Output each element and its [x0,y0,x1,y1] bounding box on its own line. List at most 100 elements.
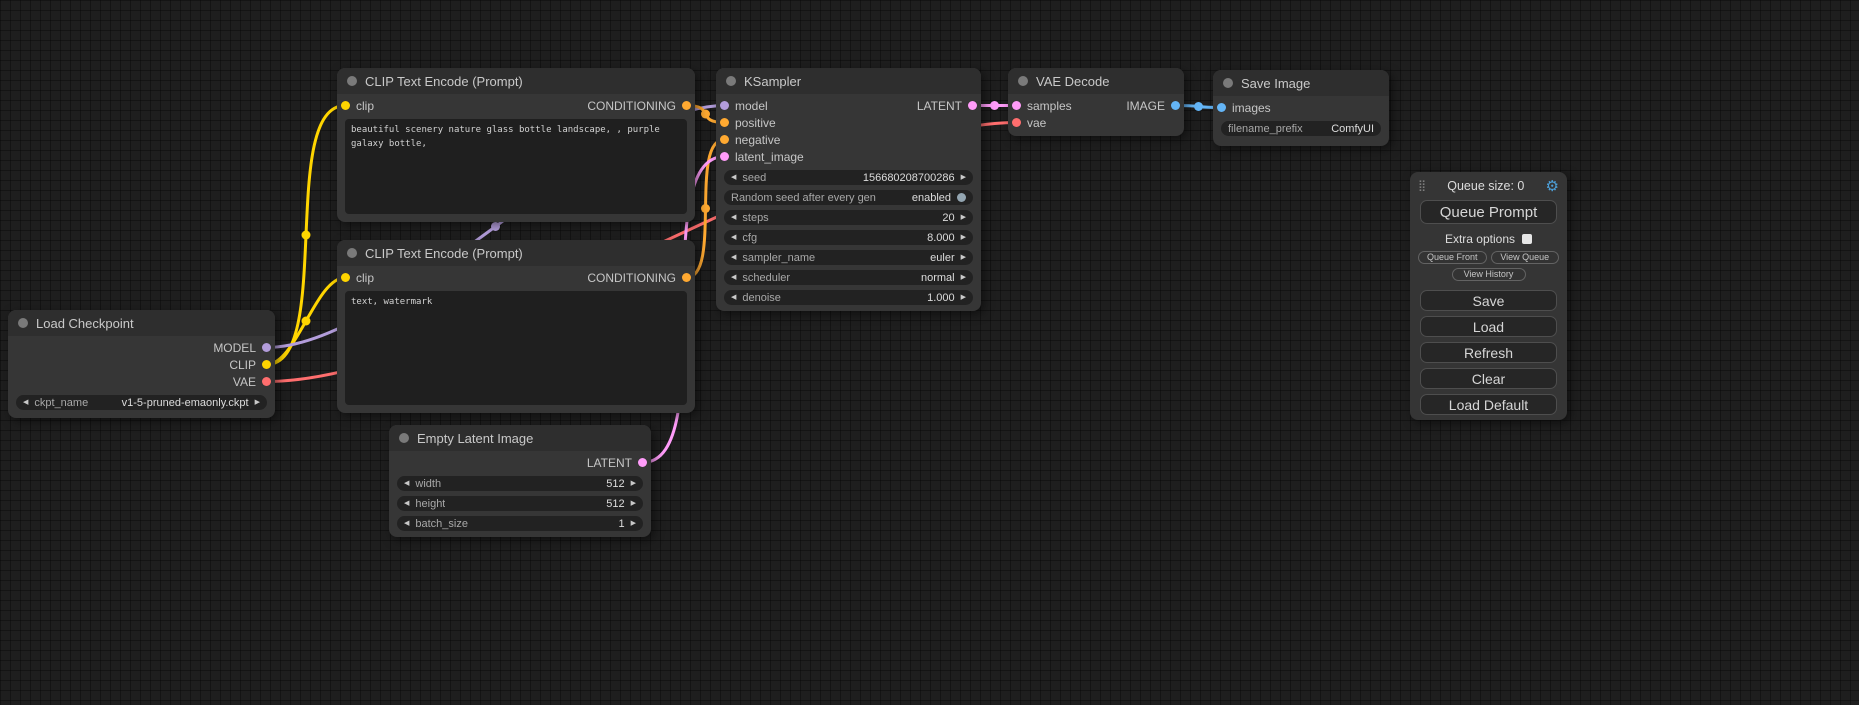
prompt-textarea[interactable]: text, watermark [345,291,687,405]
output-label: IMAGE [1126,99,1165,113]
node-collapse-dot-icon[interactable] [18,318,28,328]
node-empty-latent-image[interactable]: Empty Latent Image LATENT ◀ width 512 ▶ … [389,425,651,537]
widget-label: sampler_name [742,252,815,264]
input-slot-latent-image: latent_image [716,148,981,165]
save-button[interactable]: Save [1420,290,1557,311]
node-title-bar[interactable]: Empty Latent Image [389,425,651,451]
clear-button[interactable]: Clear [1420,368,1557,389]
toggle-knob[interactable] [957,193,966,202]
widget-value: 8.000 [927,232,955,244]
decrement-arrow-icon[interactable]: ◀ [404,500,409,507]
load-default-button[interactable]: Load Default [1420,394,1557,415]
model-input-port[interactable] [720,101,729,110]
node-collapse-dot-icon[interactable] [1223,78,1233,88]
decrement-arrow-icon[interactable]: ◀ [731,234,736,241]
latent-output-port[interactable] [638,458,647,467]
extra-options-checkbox[interactable] [1522,234,1532,244]
vae-output-port[interactable] [262,377,271,386]
image-output-port[interactable] [1171,101,1180,110]
clip-output-port[interactable] [262,360,271,369]
conditioning-output-port[interactable] [682,273,691,282]
slot-row-samples-image: samples IMAGE [1008,97,1184,114]
node-clip-text-encode-negative[interactable]: CLIP Text Encode (Prompt) clip CONDITION… [337,240,695,413]
widget-value: 20 [942,212,954,224]
conditioning-output-port[interactable] [682,101,691,110]
node-title-bar[interactable]: VAE Decode [1008,68,1184,94]
samples-input-port[interactable] [1012,101,1021,110]
positive-input-port[interactable] [720,118,729,127]
clip-input-port[interactable] [341,101,350,110]
widget-label: denoise [742,292,781,304]
queue-front-button[interactable]: Queue Front [1418,251,1487,264]
images-input-port[interactable] [1217,103,1226,112]
view-history-button[interactable]: View History [1452,268,1526,281]
node-collapse-dot-icon[interactable] [347,248,357,258]
cfg-widget[interactable]: ◀ cfg 8.000 ▶ [724,230,973,245]
queue-panel: ⣿ Queue size: 0 ⚙ Queue Prompt Extra opt… [1410,172,1567,420]
increment-arrow-icon[interactable]: ▶ [961,174,966,181]
width-widget[interactable]: ◀ width 512 ▶ [397,476,643,491]
view-queue-button[interactable]: View Queue [1491,251,1560,264]
latent-output-port[interactable] [968,101,977,110]
steps-widget[interactable]: ◀ steps 20 ▶ [724,210,973,225]
seed-widget[interactable]: ◀ seed 156680208700286 ▶ [724,170,973,185]
node-title-bar[interactable]: Load Checkpoint [8,310,275,336]
node-collapse-dot-icon[interactable] [347,76,357,86]
prompt-textarea[interactable]: beautiful scenery nature glass bottle la… [345,119,687,214]
increment-arrow-icon[interactable]: ▶ [961,234,966,241]
widget-value: normal [921,272,955,284]
decrement-arrow-icon[interactable]: ◀ [731,274,736,281]
node-vae-decode[interactable]: VAE Decode samples IMAGE vae [1008,68,1184,136]
filename-prefix-widget[interactable]: filename_prefix ComfyUI [1221,121,1381,136]
random-seed-toggle-widget[interactable]: Random seed after every gen enabled [724,190,973,205]
input-label: latent_image [735,150,804,164]
node-ksampler[interactable]: KSampler model LATENT positive negative … [716,68,981,311]
decrement-arrow-icon[interactable]: ◀ [731,174,736,181]
widget-label: height [415,498,445,510]
drag-handle-icon[interactable]: ⣿ [1418,181,1426,192]
decrement-arrow-icon[interactable]: ◀ [731,294,736,301]
slot-list: model LATENT positive negative latent_im… [716,94,981,165]
increment-arrow-icon[interactable]: ▶ [255,399,260,406]
sampler-name-widget[interactable]: ◀ sampler_name euler ▶ [724,250,973,265]
node-title-bar[interactable]: KSampler [716,68,981,94]
node-clip-text-encode-positive[interactable]: CLIP Text Encode (Prompt) clip CONDITION… [337,68,695,222]
height-widget[interactable]: ◀ height 512 ▶ [397,496,643,511]
ckpt-name-widget[interactable]: ◀ ckpt_name v1-5-pruned-emaonly.ckpt ▶ [16,395,267,410]
scheduler-widget[interactable]: ◀ scheduler normal ▶ [724,270,973,285]
denoise-widget[interactable]: ◀ denoise 1.000 ▶ [724,290,973,305]
negative-input-port[interactable] [720,135,729,144]
slot-list: samples IMAGE vae [1008,94,1184,131]
decrement-arrow-icon[interactable]: ◀ [404,520,409,527]
increment-arrow-icon[interactable]: ▶ [631,500,636,507]
increment-arrow-icon[interactable]: ▶ [961,294,966,301]
node-load-checkpoint[interactable]: Load Checkpoint MODEL CLIP VAE ◀ ckpt_na… [8,310,275,418]
node-title-bar[interactable]: CLIP Text Encode (Prompt) [337,68,695,94]
decrement-arrow-icon[interactable]: ◀ [404,480,409,487]
widget-label: batch_size [415,518,468,530]
decrement-arrow-icon[interactable]: ◀ [23,399,28,406]
node-title-bar[interactable]: Save Image [1213,70,1389,96]
node-collapse-dot-icon[interactable] [1018,76,1028,86]
increment-arrow-icon[interactable]: ▶ [961,274,966,281]
load-button[interactable]: Load [1420,316,1557,337]
increment-arrow-icon[interactable]: ▶ [631,520,636,527]
refresh-button[interactable]: Refresh [1420,342,1557,363]
vae-input-port[interactable] [1012,118,1021,127]
increment-arrow-icon[interactable]: ▶ [631,480,636,487]
clip-input-port[interactable] [341,273,350,282]
batch-size-widget[interactable]: ◀ batch_size 1 ▶ [397,516,643,531]
decrement-arrow-icon[interactable]: ◀ [731,214,736,221]
output-label: VAE [233,375,256,389]
node-collapse-dot-icon[interactable] [399,433,409,443]
model-output-port[interactable] [262,343,271,352]
increment-arrow-icon[interactable]: ▶ [961,214,966,221]
increment-arrow-icon[interactable]: ▶ [961,254,966,261]
settings-gear-icon[interactable]: ⚙ [1546,179,1559,194]
latent-image-input-port[interactable] [720,152,729,161]
node-collapse-dot-icon[interactable] [726,76,736,86]
node-save-image[interactable]: Save Image images filename_prefix ComfyU… [1213,70,1389,146]
queue-prompt-button[interactable]: Queue Prompt [1420,200,1557,224]
decrement-arrow-icon[interactable]: ◀ [731,254,736,261]
node-title-bar[interactable]: CLIP Text Encode (Prompt) [337,240,695,266]
